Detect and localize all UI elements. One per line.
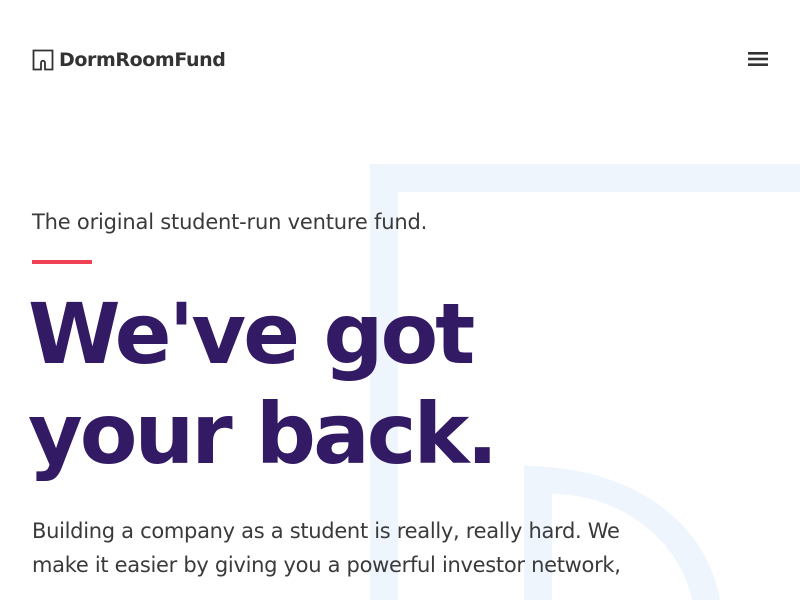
site-header: DormRoomFund (32, 44, 768, 76)
description-line-2: make it easier by giving you a powerful … (32, 553, 621, 577)
headline-line-2: your back. (28, 385, 498, 483)
description-line-1: Building a company as a student is reall… (32, 519, 620, 543)
hero-description: Building a company as a student is reall… (32, 514, 672, 582)
accent-divider (32, 260, 92, 264)
hamburger-menu-icon[interactable] (748, 49, 768, 69)
hero-headline: We've got your back. (28, 284, 732, 484)
logo-text: DormRoomFund (59, 49, 226, 71)
headline-line-1: We've got (28, 285, 475, 383)
page: DormRoomFund The original student-run ve… (0, 0, 800, 600)
dormroomfund-logo-icon (32, 49, 54, 71)
hero-tagline: The original student-run venture fund. (32, 210, 428, 234)
logo[interactable]: DormRoomFund (32, 48, 226, 72)
hero-section: The original student-run venture fund. W… (28, 205, 732, 582)
